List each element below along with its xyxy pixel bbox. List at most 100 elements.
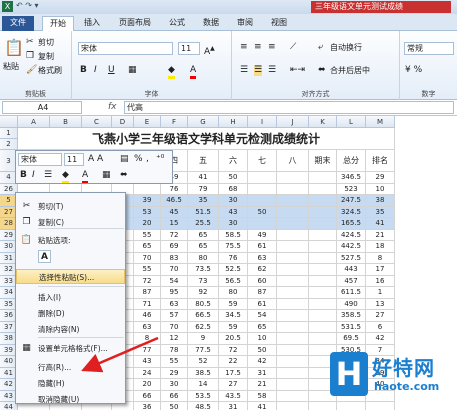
menu-item-6[interactable]: 删除(D) bbox=[16, 306, 125, 321]
table-cell[interactable]: 83 bbox=[161, 252, 188, 264]
column-header-l[interactable]: L bbox=[337, 116, 366, 128]
table-cell[interactable] bbox=[277, 195, 309, 207]
table-cell[interactable]: 58.5 bbox=[219, 229, 248, 241]
table-cell[interactable] bbox=[309, 206, 337, 218]
table-cell[interactable]: 31 bbox=[219, 402, 248, 410]
table-cell[interactable]: 54 bbox=[161, 275, 188, 287]
wrap-text-icon[interactable]: ⤶ bbox=[318, 42, 323, 53]
table-cell[interactable]: 43 bbox=[219, 206, 248, 218]
table-cell[interactable]: 80 bbox=[188, 252, 219, 264]
font-size-select[interactable]: 11 bbox=[178, 42, 200, 55]
table-cell[interactable]: 358.5 bbox=[337, 310, 366, 322]
menu-item-0[interactable]: ✂ 剪切(T) bbox=[16, 199, 125, 214]
table-cell[interactable] bbox=[309, 241, 337, 253]
mini-font-color-icon[interactable]: A bbox=[82, 170, 89, 183]
menu-item-11[interactable]: 取消隐藏(U) bbox=[16, 392, 125, 407]
table-cell[interactable]: 70 bbox=[161, 264, 188, 276]
table-cell[interactable]: 43 bbox=[134, 356, 161, 368]
table-cell[interactable]: 18 bbox=[366, 241, 395, 253]
wrap-text-button[interactable]: 自动换行 bbox=[330, 42, 362, 53]
table-cell[interactable] bbox=[248, 172, 277, 184]
header-cell[interactable]: 八 bbox=[277, 150, 309, 172]
table-cell[interactable] bbox=[134, 183, 161, 195]
indent-icon[interactable]: ⇤⇥ bbox=[290, 65, 305, 76]
mini-center-icon[interactable]: ☰ bbox=[44, 170, 52, 181]
table-cell[interactable]: 20.5 bbox=[219, 333, 248, 345]
table-cell[interactable]: 48.5 bbox=[188, 402, 219, 410]
table-cell[interactable]: 490 bbox=[337, 298, 366, 310]
menu-item-7[interactable]: 清除内容(N) bbox=[16, 322, 125, 337]
table-cell[interactable]: 65 bbox=[188, 229, 219, 241]
table-cell[interactable]: 49 bbox=[248, 229, 277, 241]
table-cell[interactable]: 52 bbox=[188, 356, 219, 368]
table-cell[interactable] bbox=[309, 229, 337, 241]
table-cell[interactable] bbox=[277, 298, 309, 310]
table-cell[interactable]: 61 bbox=[248, 241, 277, 253]
table-cell[interactable]: 324.5 bbox=[337, 206, 366, 218]
tab-file[interactable]: 文件 bbox=[2, 16, 34, 31]
mini-merge-icon[interactable]: ⬌ bbox=[120, 170, 128, 181]
mini-size-select[interactable]: 11 bbox=[64, 153, 84, 166]
select-all-corner[interactable] bbox=[0, 116, 18, 128]
underline-icon[interactable]: U bbox=[108, 65, 115, 76]
grow-font-icon[interactable]: A▲ bbox=[204, 43, 215, 58]
table-cell[interactable] bbox=[309, 333, 337, 345]
mini-comma-icon[interactable]: , bbox=[146, 154, 149, 165]
table-cell[interactable]: 41 bbox=[188, 172, 219, 184]
table-cell[interactable]: 56.5 bbox=[219, 275, 248, 287]
menu-item-2[interactable]: 📋 粘贴选项: bbox=[16, 233, 125, 248]
table-cell[interactable]: 38.5 bbox=[188, 367, 219, 379]
fill-color-icon[interactable]: ◆ bbox=[168, 65, 175, 79]
table-cell[interactable]: 60 bbox=[248, 275, 277, 287]
table-cell[interactable]: 16 bbox=[366, 275, 395, 287]
font-color-icon[interactable]: A bbox=[190, 65, 197, 79]
table-cell[interactable] bbox=[277, 402, 309, 410]
table-cell[interactable]: 13 bbox=[366, 298, 395, 310]
table-cell[interactable]: 63 bbox=[248, 252, 277, 264]
format-painter-button[interactable]: 格式刷 bbox=[38, 65, 62, 76]
table-cell[interactable] bbox=[248, 195, 277, 207]
table-cell[interactable]: 442.5 bbox=[337, 241, 366, 253]
table-cell[interactable] bbox=[309, 172, 337, 184]
column-header-a[interactable]: A bbox=[18, 116, 50, 128]
row-header[interactable]: 2 bbox=[0, 139, 18, 150]
merge-center-button[interactable]: 合并后居中 bbox=[330, 65, 370, 76]
table-cell[interactable]: 76 bbox=[161, 183, 188, 195]
table-cell[interactable]: 457 bbox=[337, 275, 366, 287]
orientation-icon[interactable]: ⟋ bbox=[290, 42, 296, 53]
table-cell[interactable]: 55 bbox=[134, 264, 161, 276]
table-cell[interactable]: 34.5 bbox=[219, 310, 248, 322]
table-cell[interactable]: 17.5 bbox=[219, 367, 248, 379]
table-cell[interactable]: 346.5 bbox=[337, 172, 366, 184]
table-cell[interactable] bbox=[277, 287, 309, 299]
table-cell[interactable]: 8 bbox=[366, 252, 395, 264]
format-painter-icon[interactable]: 🖌 bbox=[26, 65, 37, 76]
table-cell[interactable] bbox=[309, 195, 337, 207]
table-cell[interactable]: 46.5 bbox=[161, 195, 188, 207]
table-cell[interactable]: 29 bbox=[161, 367, 188, 379]
fx-icon[interactable]: fx bbox=[108, 102, 117, 113]
table-cell[interactable]: 247.5 bbox=[337, 195, 366, 207]
table-cell[interactable]: 66 bbox=[161, 390, 188, 402]
table-cell[interactable] bbox=[309, 218, 337, 230]
table-cell[interactable]: 65 bbox=[134, 241, 161, 253]
table-cell[interactable]: 523 bbox=[337, 183, 366, 195]
column-header-k[interactable]: K bbox=[309, 116, 337, 128]
paste-button[interactable]: 粘贴 bbox=[3, 61, 19, 72]
column-header-j[interactable]: J bbox=[277, 116, 309, 128]
table-cell[interactable] bbox=[277, 344, 309, 356]
table-cell[interactable]: 50 bbox=[248, 344, 277, 356]
table-cell[interactable]: 79 bbox=[188, 183, 219, 195]
table-cell[interactable] bbox=[277, 206, 309, 218]
sheet-title[interactable]: 飞燕小学三年级语文学科单元检测成绩统计 bbox=[18, 128, 395, 150]
table-cell[interactable] bbox=[277, 310, 309, 322]
table-cell[interactable]: 15 bbox=[161, 218, 188, 230]
table-cell[interactable]: 70 bbox=[134, 252, 161, 264]
table-cell[interactable]: 87 bbox=[248, 287, 277, 299]
bold-icon[interactable]: B bbox=[80, 65, 87, 76]
table-cell[interactable]: 75.5 bbox=[219, 241, 248, 253]
table-cell[interactable]: 50 bbox=[161, 402, 188, 410]
table-cell[interactable]: 38 bbox=[366, 195, 395, 207]
table-cell[interactable] bbox=[277, 252, 309, 264]
table-cell[interactable] bbox=[277, 264, 309, 276]
